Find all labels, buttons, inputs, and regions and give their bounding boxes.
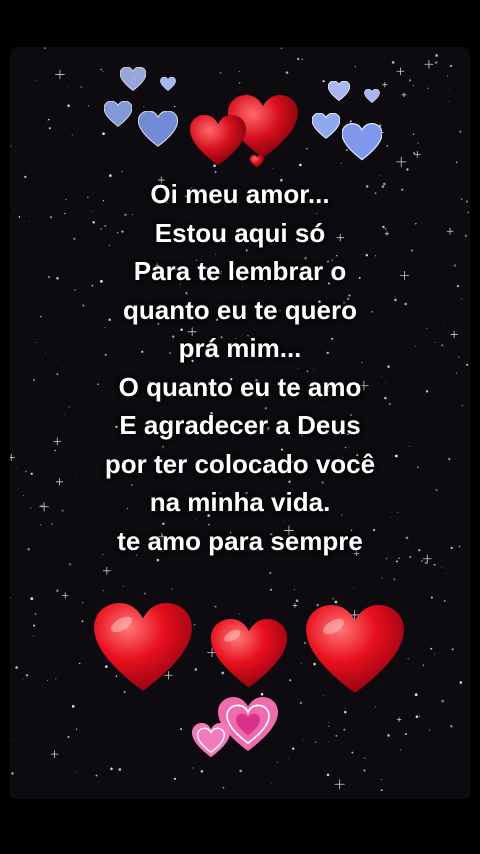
message-line: Estou aqui só [154,217,326,248]
red-heart-icon [306,605,404,694]
red-hearts-cluster-icon [190,95,298,168]
message-line: te amo para sempre [117,525,363,556]
love-message: Oi meu amor... Estou aqui só Para te lem… [10,175,470,560]
blue-heart-icon [364,89,380,103]
message-line: quanto eu te quero [123,294,357,325]
blue-heart-icon [328,81,350,101]
blue-heart-icon [120,67,146,91]
message-line: Oi meu amor... [150,179,330,209]
pink-hearts-icon [192,697,278,758]
blue-heart-icon [312,113,340,139]
message-line: Para te lembrar o [133,256,347,286]
image-card: Oi meu amor... Estou aqui só Para te lem… [10,47,470,799]
blue-heart-icon [138,111,178,147]
message-line: prá mim... [178,333,302,363]
message-line: O quanto eu te amo [118,371,362,402]
message-line: por ter colocado você [104,448,376,479]
blue-heart-icon [342,123,382,161]
red-heart-icon [94,603,192,692]
red-heart-icon [210,619,288,688]
blue-heart-icon [160,77,176,91]
message-line: E agradecer a Deus [119,410,361,440]
message-line: na minha vida. [149,487,331,517]
blue-heart-icon [104,101,132,127]
